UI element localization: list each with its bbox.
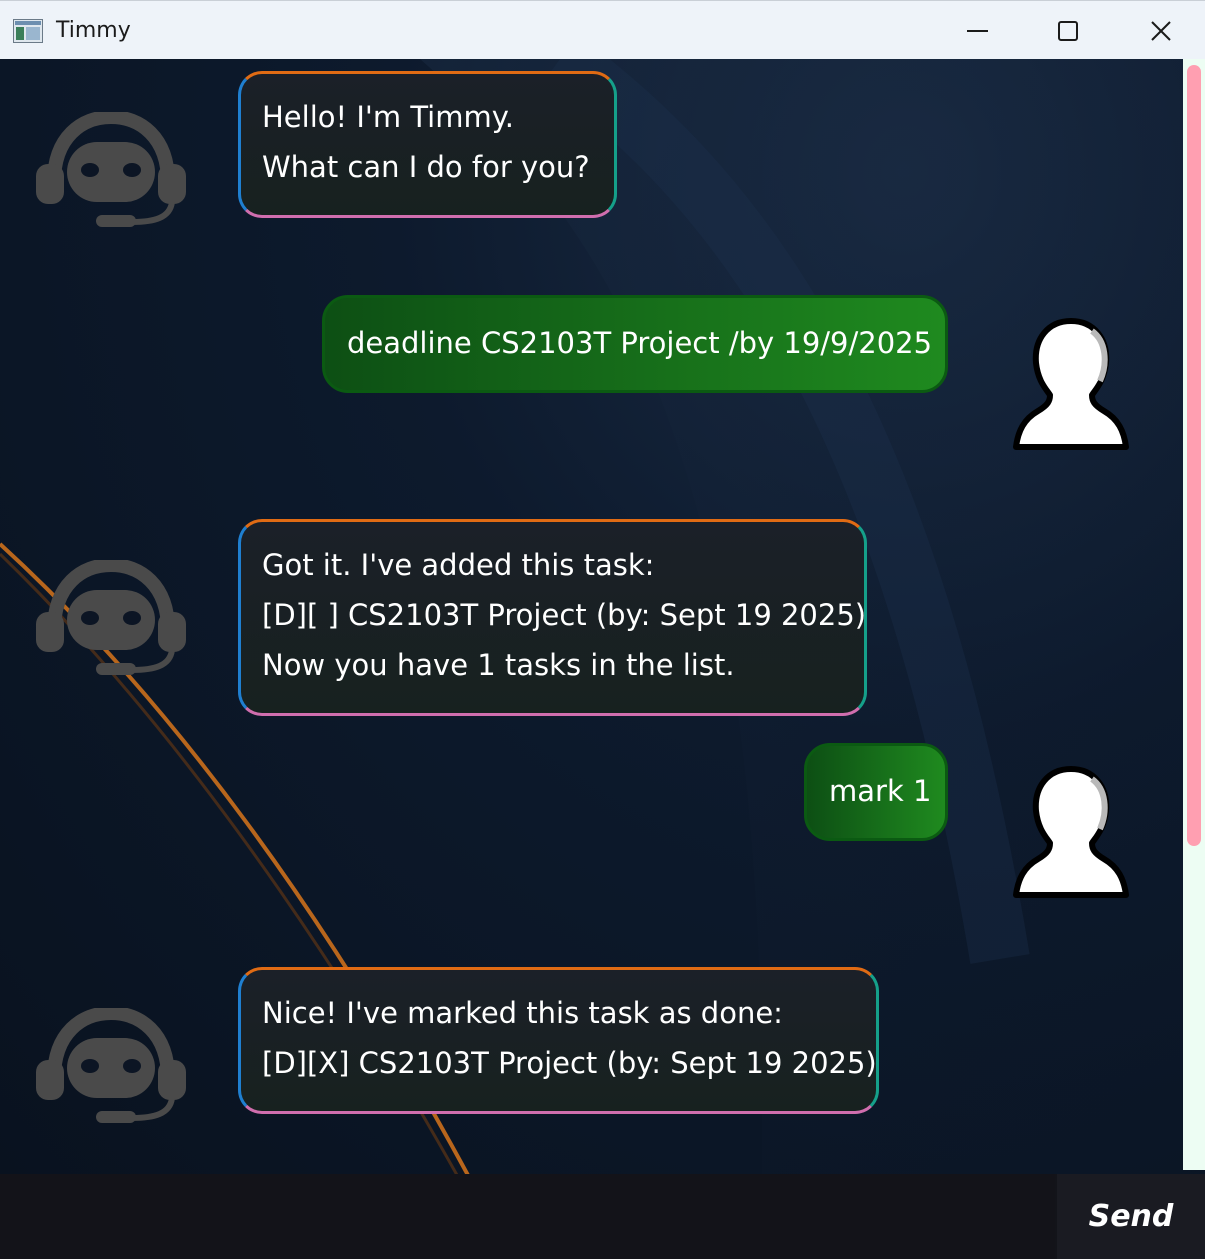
user-message-text: deadline CS2103T Project /by 19/9/2025	[347, 326, 933, 360]
headset-bot-icon	[36, 560, 186, 675]
user-message-bubble: mark 1	[804, 743, 948, 841]
headset-bot-icon	[36, 1008, 186, 1123]
bot-message-line: [D][ ] CS2103T Project (by: Sept 19 2025…	[262, 598, 867, 632]
bot-message-bubble: Nice! I've marked this task as done: [D]…	[238, 967, 879, 1114]
user-silhouette-icon	[1013, 766, 1129, 898]
headset-bot-icon	[36, 112, 186, 227]
app-window: Timmy Hello! I'm Timmy. What can I do fo…	[0, 0, 1205, 1259]
chat-scroll-pane[interactable]: Hello! I'm Timmy. What can I do for you?…	[0, 59, 1205, 1174]
close-icon[interactable]	[1143, 13, 1179, 49]
bot-message-line: Hello! I'm Timmy.	[262, 100, 514, 134]
user-silhouette-icon	[1013, 318, 1129, 450]
bot-message-line: Got it. I've added this task:	[262, 548, 655, 582]
bot-message-line: What can I do for you?	[262, 150, 590, 184]
maximize-icon[interactable]	[1050, 13, 1086, 49]
user-message-text: mark 1	[829, 774, 932, 808]
send-button[interactable]: Send	[1057, 1174, 1205, 1259]
bot-message-line: Now you have 1 tasks in the list.	[262, 648, 735, 682]
bot-message-line: [D][X] CS2103T Project (by: Sept 19 2025…	[262, 1046, 877, 1080]
input-bar: Send	[0, 1174, 1205, 1259]
bot-message-bubble: Got it. I've added this task: [D][ ] CS2…	[238, 519, 867, 716]
minimize-icon[interactable]	[960, 13, 996, 49]
window-title: Timmy	[56, 18, 131, 43]
message-input[interactable]	[0, 1174, 1055, 1259]
bot-message-line: Nice! I've marked this task as done:	[262, 996, 783, 1030]
user-message-bubble: deadline CS2103T Project /by 19/9/2025	[322, 295, 948, 393]
title-bar: Timmy	[0, 0, 1205, 59]
bot-message-bubble: Hello! I'm Timmy. What can I do for you?	[238, 71, 617, 218]
scrollbar-thumb[interactable]	[1187, 65, 1201, 846]
window-app-icon	[13, 19, 43, 43]
